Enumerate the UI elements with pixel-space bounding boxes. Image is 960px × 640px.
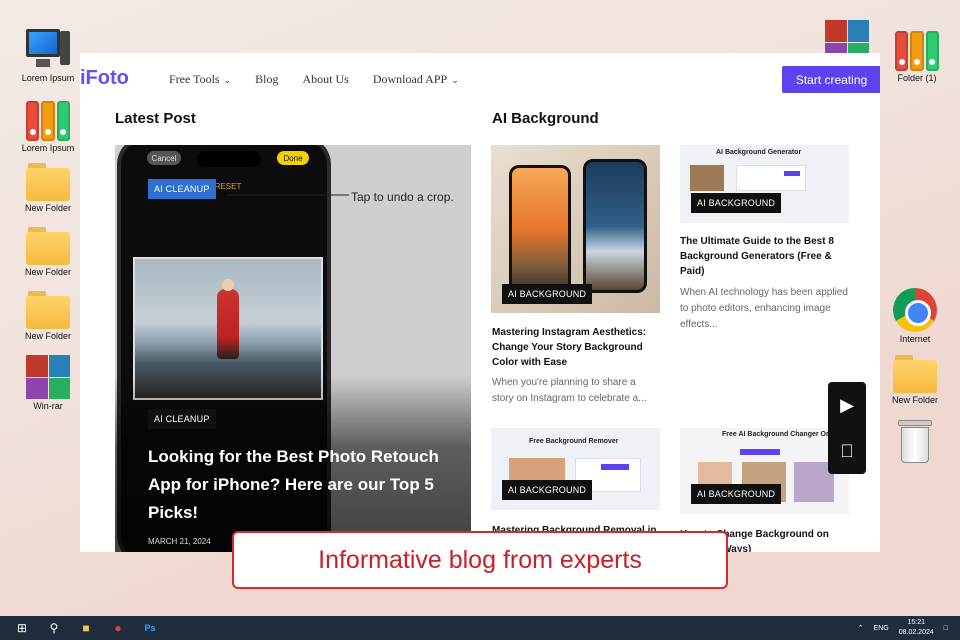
chrome-icon bbox=[893, 288, 937, 332]
clock[interactable]: 15:21 08.02.2024 bbox=[899, 618, 934, 638]
screen-tag: AI CLEANUP bbox=[148, 179, 216, 199]
clock-time: 15:21 bbox=[907, 619, 925, 626]
binders-icon bbox=[26, 97, 70, 141]
latest-post-heading: Latest Post bbox=[115, 110, 196, 127]
desktop-icon-label: New Folder bbox=[891, 395, 938, 405]
search-icon[interactable]: ⚲ bbox=[42, 616, 66, 640]
desktop-icon-label: Internet bbox=[899, 334, 931, 344]
folder-icon bbox=[893, 355, 937, 393]
folder-icon bbox=[26, 227, 70, 265]
post-title[interactable]: Mastering Instagram Aesthetics: Change Y… bbox=[492, 325, 662, 370]
ai-background-heading: AI Background bbox=[492, 110, 599, 127]
featured-post-date: MARCH 21, 2024 bbox=[148, 537, 211, 546]
desktop-icon-new-folder-2[interactable]: New Folder bbox=[13, 227, 83, 277]
featured-post-title[interactable]: Looking for the Best Photo Retouch App f… bbox=[148, 443, 448, 527]
post-thumbnail[interactable]: AI BACKGROUND bbox=[491, 145, 660, 313]
thumbnail-heading: AI Background Generator bbox=[716, 149, 802, 156]
winrar-icon bbox=[26, 355, 70, 399]
post-thumbnail[interactable]: Free AI Background Changer Online AI BAC… bbox=[680, 428, 849, 514]
nav-item-about-us[interactable]: About Us bbox=[303, 72, 349, 87]
photoshop-icon[interactable]: Ps bbox=[138, 616, 162, 640]
phone-mockup bbox=[583, 159, 647, 293]
nav-item-free-tools[interactable]: Free Tools ⌄ bbox=[169, 72, 231, 87]
category-tag[interactable]: AI BACKGROUND bbox=[691, 484, 782, 504]
thumbnail-heading: Free AI Background Changer Online bbox=[722, 431, 843, 438]
phone-mockup bbox=[509, 165, 571, 295]
featured-post-card[interactable]: Cancel Done RESET AI CLEANUP Tap to undo… bbox=[115, 145, 471, 552]
clock-date: 08.02.2024 bbox=[898, 629, 934, 636]
site-header: iFoto Free Tools ⌄ Blog About Us Download… bbox=[80, 53, 880, 107]
desktop-icon-label: Win-rar bbox=[33, 401, 63, 411]
nav-item-blog[interactable]: Blog bbox=[255, 72, 278, 87]
desktop-icon-lorem-ipsum-2[interactable]: Lorem Ipsum bbox=[13, 97, 83, 153]
post-thumbnail[interactable]: Free Background Remover AI BACKGROUND bbox=[491, 428, 660, 510]
app-store-links: ▶  bbox=[828, 382, 866, 474]
browser-window: iFoto Free Tools ⌄ Blog About Us Download… bbox=[80, 53, 880, 552]
windows-start-icon[interactable]: ⊞ bbox=[10, 616, 34, 640]
post-excerpt: When AI technology has been applied to p… bbox=[680, 287, 848, 330]
screen-done: Done bbox=[277, 151, 309, 165]
chrome-taskbar-icon[interactable]: ● bbox=[106, 616, 130, 640]
post-excerpt: When you're planning to share a story on… bbox=[492, 377, 647, 404]
desktop-icon-folder-1[interactable]: Folder (1) bbox=[882, 27, 952, 83]
chevron-down-icon: ⌄ bbox=[223, 75, 232, 85]
binders-icon bbox=[895, 27, 939, 71]
desktop-icon-new-folder-3[interactable]: New Folder bbox=[13, 291, 83, 341]
system-tray: ⌃ ENG 15:21 08.02.2024 □ bbox=[858, 618, 948, 638]
category-tag[interactable]: AI BACKGROUND bbox=[502, 480, 593, 500]
category-tag[interactable]: AI CLEANUP bbox=[148, 409, 216, 429]
file-explorer-icon[interactable]: ■ bbox=[74, 616, 98, 640]
computer-icon bbox=[26, 27, 70, 71]
category-tag[interactable]: AI BACKGROUND bbox=[691, 193, 782, 213]
post-title[interactable]: The Ultimate Guide to the Best 8 Backgro… bbox=[680, 234, 850, 279]
google-play-icon[interactable]: ▶ bbox=[828, 382, 866, 428]
category-tag[interactable]: AI BACKGROUND bbox=[502, 284, 593, 304]
taskbar: ⊞ ⚲ ■ ● Ps ⌃ ENG 15:21 08.02.2024 □ bbox=[0, 616, 960, 640]
desktop-icon-internet[interactable]: Internet bbox=[880, 288, 950, 344]
chevron-up-icon[interactable]: ⌃ bbox=[858, 624, 864, 632]
desktop-icon-new-folder-right[interactable]: New Folder bbox=[880, 355, 950, 405]
desktop-icon-label: Lorem Ipsum bbox=[21, 143, 75, 153]
nav-item-download-app[interactable]: Download APP ⌄ bbox=[373, 72, 459, 87]
language-indicator[interactable]: ENG bbox=[874, 625, 889, 632]
thumbnail-heading: Free Background Remover bbox=[529, 438, 619, 445]
post-thumbnail[interactable]: AI Background Generator AI BACKGROUND bbox=[680, 145, 849, 223]
desktop-icon-recycle-bin[interactable] bbox=[880, 420, 950, 464]
callout-text: Tap to undo a crop. bbox=[351, 190, 454, 204]
folder-icon bbox=[26, 163, 70, 201]
folder-icon bbox=[26, 291, 70, 329]
screen-cancel: Cancel bbox=[147, 151, 181, 165]
trash-icon bbox=[898, 420, 932, 464]
desktop-icon-new-folder-1[interactable]: New Folder bbox=[13, 163, 83, 213]
desktop-icon-lorem-ipsum-1[interactable]: Lorem Ipsum bbox=[13, 27, 83, 83]
main-nav: Free Tools ⌄ Blog About Us Download APP ⌄ bbox=[169, 72, 459, 87]
notifications-icon[interactable]: □ bbox=[944, 625, 948, 632]
site-logo[interactable]: iFoto bbox=[80, 67, 129, 90]
desktop-icon-label: New Folder bbox=[24, 203, 71, 213]
desktop-icon-label: Lorem Ipsum bbox=[21, 73, 75, 83]
callout-line bbox=[227, 194, 349, 196]
desktop-icon-label: Folder (1) bbox=[897, 73, 937, 83]
desktop-icon-winrar[interactable]: Win-rar bbox=[13, 355, 83, 411]
caption-banner: Informative blog from experts bbox=[232, 531, 728, 589]
apple-icon[interactable]:  bbox=[828, 428, 866, 474]
chevron-down-icon: ⌄ bbox=[451, 75, 459, 85]
start-creating-button[interactable]: Start creating bbox=[782, 66, 880, 93]
desktop-icon-label: New Folder bbox=[24, 331, 71, 341]
desktop-icon-label: New Folder bbox=[24, 267, 71, 277]
